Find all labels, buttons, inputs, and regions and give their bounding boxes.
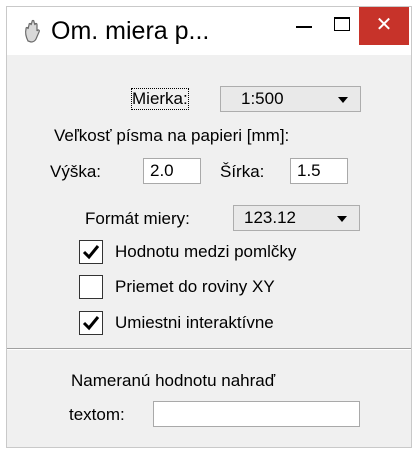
close-button[interactable]: ✕ [359,7,409,45]
maximize-button[interactable] [325,7,359,45]
checkmark-icon [82,245,100,260]
width-input[interactable]: 1.5 [290,158,348,184]
dialog-content: Mierka: 1:500 Veľkosť písma na papieri [… [7,55,411,447]
title-bar[interactable]: Om. miera p... ✕ [7,7,411,55]
minimize-button[interactable] [287,7,321,45]
minimize-icon [296,26,312,28]
option-label-place-interactive: Umiestni interaktívne [115,313,274,332]
checkmark-icon [82,316,100,331]
app-hand-icon [25,19,40,43]
checkbox-place-interactive[interactable] [79,311,103,335]
height-input[interactable]: 2.0 [143,158,201,184]
format-dropdown[interactable]: 123.12 [233,205,360,231]
separator-highlight [7,349,411,350]
checkbox-between-dashes[interactable] [79,240,103,264]
replace-label-line1: Nameranú hodnotu nahraď [71,371,276,390]
height-label: Výška: [50,162,102,181]
scale-value: 1:500 [241,89,284,108]
chevron-down-icon [337,216,347,222]
chevron-down-icon [338,97,348,103]
scale-label: Mierka: [131,88,189,110]
close-icon: ✕ [375,14,393,36]
font-size-heading: Veľkosť písma na papieri [mm]: [54,126,290,145]
replace-text-input[interactable] [153,401,360,427]
width-label: Šírka: [220,162,265,181]
option-label-between-dashes: Hodnotu medzi pomlčky [115,242,297,261]
option-label-project-xy: Priemet do roviny XY [115,277,275,296]
maximize-icon [334,17,350,31]
format-label: Formát miery: [85,209,190,228]
scale-dropdown[interactable]: 1:500 [220,86,361,112]
checkbox-project-xy[interactable] [79,275,103,299]
dialog-window: Om. miera p... ✕ Mierka: 1:500 Veľkosť p… [6,6,412,448]
window-title: Om. miera p... [51,17,210,45]
replace-label-line2: textom: [69,405,125,424]
format-value: 123.12 [244,208,296,227]
